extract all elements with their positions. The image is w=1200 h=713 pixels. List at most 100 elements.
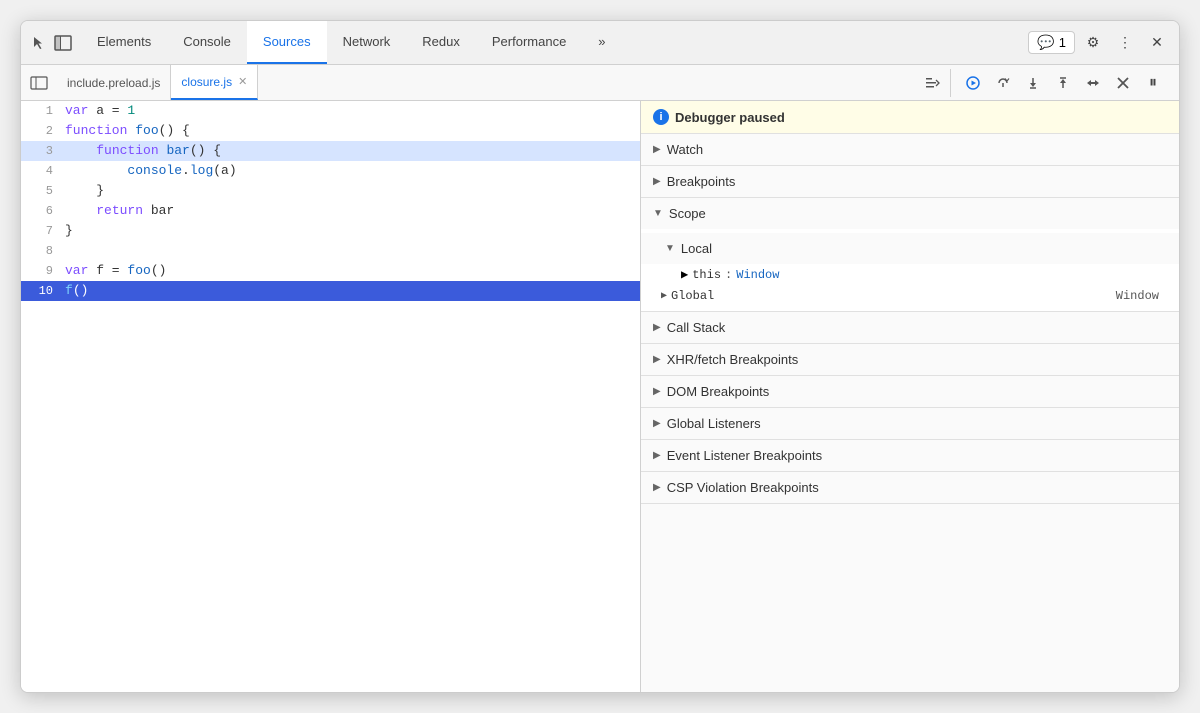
section-event-listener-breakpoints: ▶ Event Listener Breakpoints xyxy=(641,440,1179,472)
cursor-icon[interactable] xyxy=(29,33,49,53)
devtools-window: Elements Console Sources Network Redux P… xyxy=(20,20,1180,693)
csp-chevron: ▶ xyxy=(653,482,661,493)
tabs: Elements Console Sources Network Redux P… xyxy=(81,21,1028,64)
tab-bar: Elements Console Sources Network Redux P… xyxy=(21,21,1179,65)
csp-label: CSP Violation Breakpoints xyxy=(667,480,819,495)
section-scope-header[interactable]: ▼ Scope xyxy=(641,198,1179,229)
info-icon: i xyxy=(653,109,669,125)
format-button[interactable] xyxy=(918,69,946,97)
secondary-toolbar: include.preload.js closure.js ✕ xyxy=(21,65,1179,101)
call-stack-chevron: ▶ xyxy=(653,322,661,333)
section-xhr-breakpoints: ▶ XHR/fetch Breakpoints xyxy=(641,344,1179,376)
code-line-1: 1 var a = 1 xyxy=(21,101,640,121)
section-xhr-header[interactable]: ▶ XHR/fetch Breakpoints xyxy=(641,344,1179,375)
section-call-stack-header[interactable]: ▶ Call Stack xyxy=(641,312,1179,343)
badge-count: 1 xyxy=(1059,35,1066,50)
section-breakpoints-header[interactable]: ▶ Breakpoints xyxy=(641,166,1179,197)
tab-console[interactable]: Console xyxy=(167,21,247,64)
this-value: Window xyxy=(736,268,779,282)
pause-on-exceptions-button[interactable]: ⏸ xyxy=(1139,69,1167,97)
scope-chevron: ▼ xyxy=(653,208,663,219)
debugger-paused-text: Debugger paused xyxy=(675,110,785,125)
section-csp-breakpoints: ▶ CSP Violation Breakpoints xyxy=(641,472,1179,504)
debugger-paused-banner: i Debugger paused xyxy=(641,101,1179,134)
global-listeners-chevron: ▶ xyxy=(653,418,661,429)
tab-bar-left xyxy=(29,33,73,53)
this-row: ▶ this : Window xyxy=(641,264,1179,285)
code-line-10: 10 f() xyxy=(21,281,640,301)
section-event-listener-header[interactable]: ▶ Event Listener Breakpoints xyxy=(641,440,1179,471)
code-editor[interactable]: 1 var a = 1 2 function foo() { 3 functio… xyxy=(21,101,641,692)
tab-performance[interactable]: Performance xyxy=(476,21,582,64)
code-line-7: 7 } xyxy=(21,221,640,241)
section-watch-header[interactable]: ▶ Watch xyxy=(641,134,1179,165)
this-chevron: ▶ xyxy=(681,267,688,282)
tab-sources[interactable]: Sources xyxy=(247,21,327,64)
global-value: Window xyxy=(1116,289,1167,303)
code-line-8: 8 xyxy=(21,241,640,261)
global-chevron: ▶ xyxy=(661,290,667,302)
section-csp-header[interactable]: ▶ CSP Violation Breakpoints xyxy=(641,472,1179,503)
this-key: this xyxy=(692,268,721,282)
section-scope: ▼ Scope ▼ Local ▶ this : Wind xyxy=(641,198,1179,312)
dom-label: DOM Breakpoints xyxy=(667,384,770,399)
file-tabs: include.preload.js closure.js ✕ xyxy=(57,65,914,100)
scope-label: Scope xyxy=(669,206,706,221)
section-global-listeners-header[interactable]: ▶ Global Listeners xyxy=(641,408,1179,439)
step-button[interactable] xyxy=(1079,69,1107,97)
breakpoints-label: Breakpoints xyxy=(667,174,736,189)
section-dom-header[interactable]: ▶ DOM Breakpoints xyxy=(641,376,1179,407)
section-call-stack: ▶ Call Stack xyxy=(641,312,1179,344)
messages-badge[interactable]: 💬 1 xyxy=(1028,31,1075,54)
global-row: ▶ Global Window xyxy=(641,285,1179,307)
dom-chevron: ▶ xyxy=(653,386,661,397)
breakpoints-chevron: ▶ xyxy=(653,176,661,187)
section-breakpoints: ▶ Breakpoints xyxy=(641,166,1179,198)
debugger-controls: ⏸ xyxy=(950,69,1175,97)
watch-chevron: ▶ xyxy=(653,144,661,155)
code-line-6: 6 return bar xyxy=(21,201,640,221)
code-area[interactable]: 1 var a = 1 2 function foo() { 3 functio… xyxy=(21,101,640,692)
drawer-icon[interactable] xyxy=(53,33,73,53)
file-tab-preload[interactable]: include.preload.js xyxy=(57,65,171,100)
step-into-button[interactable] xyxy=(1019,69,1047,97)
settings-button[interactable]: ⚙ xyxy=(1079,29,1107,57)
xhr-label: XHR/fetch Breakpoints xyxy=(667,352,799,367)
step-over-button[interactable] xyxy=(989,69,1017,97)
global-listeners-label: Global Listeners xyxy=(667,416,761,431)
more-options-button[interactable]: ⋮ xyxy=(1111,29,1139,57)
sidebar-toggle[interactable] xyxy=(25,69,53,97)
section-dom-breakpoints: ▶ DOM Breakpoints xyxy=(641,376,1179,408)
file-tab-closure[interactable]: closure.js ✕ xyxy=(171,65,258,100)
right-panel: i Debugger paused ▶ Watch ▶ Breakpoints xyxy=(641,101,1179,692)
tab-elements[interactable]: Elements xyxy=(81,21,167,64)
main-content: 1 var a = 1 2 function foo() { 3 functio… xyxy=(21,101,1179,692)
code-line-3: 3 function bar() { xyxy=(21,141,640,161)
code-line-2: 2 function foo() { xyxy=(21,121,640,141)
code-line-5: 5 } xyxy=(21,181,640,201)
local-label: Local xyxy=(681,241,712,256)
step-out-button[interactable] xyxy=(1049,69,1077,97)
call-stack-label: Call Stack xyxy=(667,320,726,335)
code-line-4: 4 console.log(a) xyxy=(21,161,640,181)
code-line-9: 9 var f = foo() xyxy=(21,261,640,281)
close-devtools-button[interactable]: ✕ xyxy=(1143,29,1171,57)
close-file-tab[interactable]: ✕ xyxy=(238,75,247,88)
section-watch: ▶ Watch xyxy=(641,134,1179,166)
event-listener-chevron: ▶ xyxy=(653,450,661,461)
event-listener-label: Event Listener Breakpoints xyxy=(667,448,822,463)
xhr-chevron: ▶ xyxy=(653,354,661,365)
resume-button[interactable] xyxy=(959,69,987,97)
section-global-listeners: ▶ Global Listeners xyxy=(641,408,1179,440)
scope-content: ▼ Local ▶ this : Window ▶ xyxy=(641,229,1179,311)
global-label: Global xyxy=(671,289,714,303)
tab-redux[interactable]: Redux xyxy=(406,21,476,64)
tab-more[interactable]: » xyxy=(582,21,621,64)
local-header[interactable]: ▼ Local xyxy=(641,233,1179,264)
this-colon: : xyxy=(725,268,732,282)
watch-label: Watch xyxy=(667,142,703,157)
tab-network[interactable]: Network xyxy=(327,21,407,64)
deactivate-breakpoints-button[interactable] xyxy=(1109,69,1137,97)
local-chevron: ▼ xyxy=(665,243,675,254)
panel-sections: ▶ Watch ▶ Breakpoints ▼ Scope xyxy=(641,134,1179,692)
